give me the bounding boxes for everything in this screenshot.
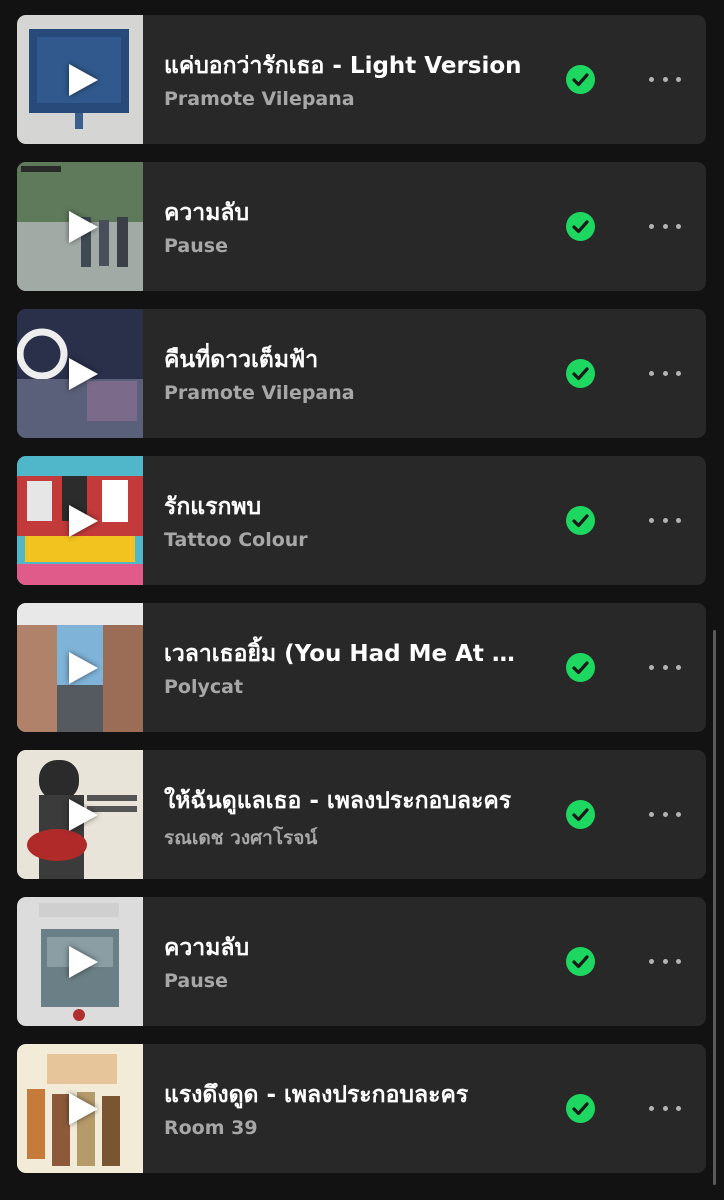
play-icon[interactable]: [69, 63, 98, 96]
track-artist: Pause: [164, 235, 228, 257]
album-art: [17, 456, 143, 585]
play-icon[interactable]: [69, 1092, 98, 1125]
track-row[interactable]: ความลับ Pause: [17, 897, 706, 1026]
track-artist: Polycat: [164, 676, 244, 698]
track-title: ให้ฉันดูแลเธอ - เพลงประกอบละคร: [164, 788, 512, 814]
album-art: [17, 603, 143, 732]
song-list-screen: แค่บอกว่ารักเธอ - Light Version Pramote …: [0, 0, 724, 1200]
track-title: ความลับ: [164, 200, 250, 226]
album-art: [17, 1044, 143, 1173]
check-circle-icon: [566, 653, 595, 682]
track-row[interactable]: เวลาเธอยิ้ม (You Had Me At Hello) Polyca…: [17, 603, 706, 732]
track-list: แค่บอกว่ารักเธอ - Light Version Pramote …: [17, 15, 706, 1191]
album-art: [17, 15, 143, 144]
play-icon[interactable]: [69, 357, 98, 390]
check-circle-icon: [566, 212, 595, 241]
track-row[interactable]: ให้ฉันดูแลเธอ - เพลงประกอบละคร รณเดช วงศ…: [17, 750, 706, 879]
more-options-icon[interactable]: [645, 212, 685, 240]
track-title: เวลาเธอยิ้ม (You Had Me At Hello): [164, 641, 534, 667]
track-artist: รณเดช วงศาโรจน์: [164, 827, 318, 849]
track-row[interactable]: คืนที่ดาวเต็มฟ้า Pramote Vilepana: [17, 309, 706, 438]
play-icon[interactable]: [69, 945, 98, 978]
track-row[interactable]: แรงดึงดูด - เพลงประกอบละคร Room 39: [17, 1044, 706, 1173]
track-row[interactable]: ความลับ Pause: [17, 162, 706, 291]
track-title: ความลับ: [164, 935, 250, 961]
more-options-icon[interactable]: [645, 1094, 685, 1122]
play-icon[interactable]: [69, 651, 98, 684]
album-art: [17, 897, 143, 1026]
play-icon[interactable]: [69, 798, 98, 831]
track-artist: Tattoo Colour: [164, 529, 308, 551]
track-artist: Pause: [164, 970, 228, 992]
check-circle-icon: [566, 800, 595, 829]
track-artist: Room 39: [164, 1117, 258, 1139]
track-title: คืนที่ดาวเต็มฟ้า: [164, 347, 319, 373]
track-artist: Pramote Vilepana: [164, 382, 355, 404]
album-art: [17, 309, 143, 438]
track-row[interactable]: แค่บอกว่ารักเธอ - Light Version Pramote …: [17, 15, 706, 144]
more-options-icon[interactable]: [645, 359, 685, 387]
play-icon[interactable]: [69, 504, 98, 537]
check-circle-icon: [566, 1094, 595, 1123]
more-options-icon[interactable]: [645, 947, 685, 975]
album-art: [17, 750, 143, 879]
more-options-icon[interactable]: [645, 800, 685, 828]
check-circle-icon: [566, 947, 595, 976]
more-options-icon[interactable]: [645, 653, 685, 681]
more-options-icon[interactable]: [645, 506, 685, 534]
track-artist: Pramote Vilepana: [164, 88, 355, 110]
track-title: แรงดึงดูด - เพลงประกอบละคร: [164, 1082, 469, 1108]
track-title: รักแรกพบ: [164, 494, 262, 520]
more-options-icon[interactable]: [645, 65, 685, 93]
check-circle-icon: [566, 506, 595, 535]
check-circle-icon: [566, 65, 595, 94]
play-icon[interactable]: [69, 210, 98, 243]
scrollbar[interactable]: [713, 630, 716, 1185]
track-title: แค่บอกว่ารักเธอ - Light Version: [164, 53, 522, 79]
track-row[interactable]: รักแรกพบ Tattoo Colour: [17, 456, 706, 585]
check-circle-icon: [566, 359, 595, 388]
album-art: [17, 162, 143, 291]
